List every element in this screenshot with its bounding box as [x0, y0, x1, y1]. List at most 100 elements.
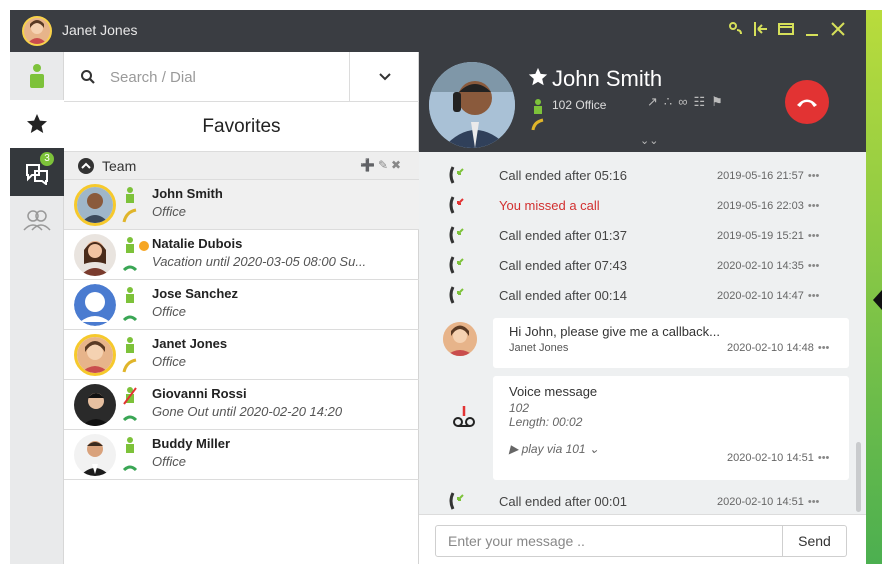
contact-row[interactable]: Jose Sanchez Office: [64, 280, 419, 330]
add-member-icon[interactable]: ➕: [360, 158, 378, 172]
contact-name: John Smith: [152, 186, 223, 201]
call-log-text: Call ended after 01:37: [499, 228, 627, 243]
title-bar: Janet Jones: [10, 10, 866, 52]
contact-row[interactable]: Janet Jones Office: [64, 330, 419, 380]
avatar: [74, 384, 116, 426]
voicemail-icon: [453, 406, 475, 427]
message-author: Janet Jones: [509, 342, 569, 354]
call-ended-icon: [449, 492, 464, 510]
remove-group-icon[interactable]: ✖: [391, 158, 404, 172]
call-log-time: 2020-02-10 14:51: [717, 496, 804, 508]
avatar: [74, 284, 116, 326]
user-avatar[interactable]: [22, 16, 52, 46]
presence-online-icon: [122, 437, 138, 472]
call-ended-icon: [449, 286, 464, 304]
side-panel-handle[interactable]: [873, 290, 882, 310]
chat-contact-name: John Smith: [552, 66, 663, 91]
hangup-icon: [797, 99, 817, 107]
rail-favorites[interactable]: [10, 100, 64, 148]
contact-status: Vacation until 2020-03-05 08:00 Su...: [152, 254, 367, 269]
call-log-entry: You missed a call 2019-05-16 22:03 •••: [419, 190, 849, 220]
voicemail-time: 2020-02-10 14:51: [727, 452, 814, 464]
group-header: Team ➕✎✖: [64, 152, 419, 180]
more-options-icon[interactable]: •••: [808, 200, 820, 212]
search-dropdown-button[interactable]: [349, 52, 419, 102]
call-log-time: 2020-02-10 14:47: [717, 290, 804, 302]
dock-icon[interactable]: [750, 20, 770, 40]
conference-icon[interactable]: ∴: [664, 94, 678, 109]
avatar: [74, 434, 116, 476]
hangup-button[interactable]: [785, 80, 829, 124]
expand-header-icon[interactable]: ⌄⌄: [640, 134, 658, 147]
rail-groups[interactable]: [10, 196, 64, 244]
close-icon[interactable]: [828, 20, 848, 40]
hold-icon[interactable]: ∞: [678, 94, 693, 109]
avatar: [74, 234, 116, 276]
call-log-time: 2019-05-19 15:21: [717, 230, 804, 242]
contact-row[interactable]: Giovanni Rossi Gone Out until 2020-02-20…: [64, 380, 419, 430]
more-options-icon[interactable]: •••: [808, 230, 820, 242]
message-text: Hi John, please give me a callback...: [509, 324, 720, 339]
minimize-icon[interactable]: [802, 20, 822, 40]
group-tools: ➕✎✖: [360, 158, 404, 172]
contact-name: Jose Sanchez: [152, 286, 238, 301]
chat-scrollbar[interactable]: [856, 442, 861, 512]
rail-chats[interactable]: 3: [10, 148, 64, 196]
keypad-icon[interactable]: ☷: [693, 94, 711, 109]
message-composer: Send: [419, 514, 866, 564]
presence-busy-icon: [122, 387, 138, 422]
contact-status: Office: [152, 304, 186, 319]
call-log-entry: Call ended after 01:37 2019-05-19 15:21 •…: [419, 220, 849, 250]
contact-name: Janet Jones: [152, 336, 228, 351]
more-options-icon[interactable]: •••: [808, 496, 820, 508]
contact-status: Office: [152, 204, 186, 219]
contact-row[interactable]: Natalie Dubois Vacation until 2020-03-05…: [64, 230, 419, 280]
call-log-text: Call ended after 05:16: [499, 168, 627, 183]
window-title: Janet Jones: [62, 22, 138, 38]
contact-name: Giovanni Rossi: [152, 386, 247, 401]
search-icon: [81, 70, 95, 84]
more-options-icon[interactable]: •••: [818, 342, 830, 354]
call-tools: ↗∴∞☷⚑: [647, 94, 729, 110]
contact-row[interactable]: John Smith Office: [64, 180, 419, 230]
person-icon: [30, 64, 44, 88]
contact-row[interactable]: Buddy Miller Office: [64, 430, 419, 480]
call-log-text: Call ended after 07:43: [499, 258, 627, 273]
avatar: [74, 184, 116, 226]
send-button[interactable]: Send: [783, 525, 847, 557]
play-voicemail-button[interactable]: ▶ play via 101 ⌄: [509, 442, 599, 456]
edit-group-icon[interactable]: ✎: [378, 158, 391, 172]
call-log-entry: Call ended after 07:43 2020-02-10 14:35 •…: [419, 250, 849, 280]
contact-photo: [429, 62, 515, 148]
call-ended-icon: [449, 256, 464, 274]
favorites-title: Favorites: [64, 102, 419, 152]
search-bar: [64, 52, 419, 102]
call-log-entry: Call ended after 00:14 2020-02-10 14:47 •…: [419, 280, 849, 310]
star-icon: [27, 114, 47, 133]
transfer-icon[interactable]: ↗: [647, 94, 664, 109]
more-options-icon[interactable]: •••: [808, 260, 820, 272]
collapse-group-icon[interactable]: [78, 158, 94, 174]
background-edge: [866, 10, 882, 564]
restore-icon[interactable]: [776, 20, 796, 40]
rail-contacts[interactable]: [10, 52, 64, 100]
call-ended-icon: [449, 226, 464, 244]
message-input[interactable]: [435, 525, 783, 557]
favorite-star-icon[interactable]: [527, 66, 549, 88]
chat-contact-extension: 102 Office: [552, 98, 607, 112]
contact-status: Office: [152, 354, 186, 369]
call-log-time: 2020-02-10 14:35: [717, 260, 804, 272]
more-options-icon[interactable]: •••: [818, 452, 830, 464]
call-ended-icon: [449, 166, 464, 184]
status-settings-icon[interactable]: [726, 20, 746, 40]
voicemail-length: Length: 00:02: [509, 415, 583, 429]
play-label: play via 101: [521, 442, 586, 456]
mute-microphone-icon[interactable]: ⚑: [711, 94, 729, 109]
chat-message[interactable]: Hi John, please give me a callback... Ja…: [493, 318, 849, 368]
search-input[interactable]: [110, 64, 340, 90]
group-name: Team: [102, 158, 137, 174]
voicemail-number: 102: [509, 401, 530, 415]
more-options-icon[interactable]: •••: [808, 170, 820, 182]
more-options-icon[interactable]: •••: [808, 290, 820, 302]
presence-online-icon: [122, 287, 138, 322]
